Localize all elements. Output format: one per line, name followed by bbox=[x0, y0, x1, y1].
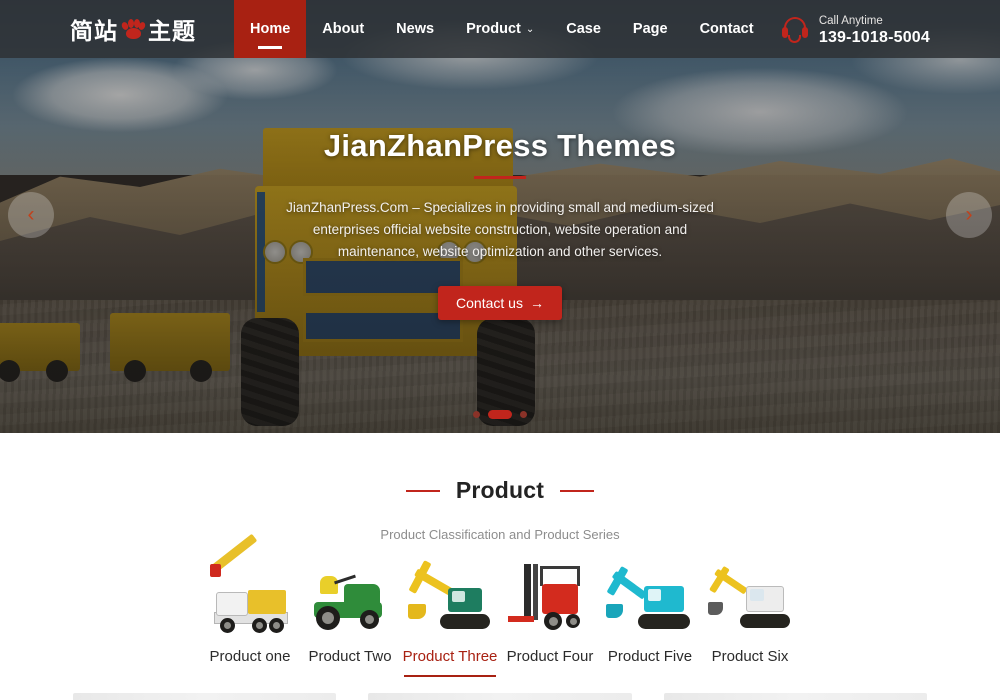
crane-truck-icon bbox=[206, 533, 294, 634]
product-card-row bbox=[0, 677, 1000, 700]
nav-item-page[interactable]: Page bbox=[617, 0, 684, 58]
nav-label: News bbox=[396, 21, 435, 37]
logo-text-right: 主题 bbox=[148, 18, 196, 44]
product-tab-one[interactable]: Product one bbox=[200, 533, 300, 677]
nav-item-contact[interactable]: Contact bbox=[684, 0, 770, 58]
tab-underline bbox=[204, 675, 296, 677]
nav-item-news[interactable]: News bbox=[380, 0, 450, 58]
product-section: Product Product Classification and Produ… bbox=[0, 433, 1000, 700]
nav-item-about[interactable]: About bbox=[306, 0, 380, 58]
slider-next-button[interactable]: › bbox=[946, 192, 992, 238]
forklift-icon bbox=[506, 562, 594, 634]
tab-underline bbox=[504, 675, 596, 677]
slider-prev-button[interactable]: ‹ bbox=[8, 192, 54, 238]
paw-icon bbox=[120, 19, 147, 39]
excavator-yellow-icon bbox=[406, 560, 494, 634]
active-indicator bbox=[258, 46, 283, 49]
product-title: Product bbox=[455, 477, 545, 503]
logo-text-left: 简站 bbox=[70, 18, 118, 44]
tab-underline bbox=[704, 675, 796, 677]
product-section-heading: Product bbox=[0, 433, 1000, 504]
tab-underline bbox=[404, 675, 496, 677]
slider-dot-3[interactable] bbox=[520, 411, 527, 418]
hero-title-rule bbox=[474, 176, 526, 179]
hero-content: JianZhanPress Themes JianZhanPress.Com –… bbox=[0, 0, 1000, 433]
slider-dot-2[interactable] bbox=[488, 410, 512, 419]
excavator-cyan-icon bbox=[606, 562, 694, 634]
site-header: 简站 主题 Home About News Product ⌄ Case Pag… bbox=[0, 0, 1000, 58]
contact-us-button[interactable]: Contact us → bbox=[438, 285, 562, 320]
call-label: Call Anytime bbox=[818, 14, 883, 27]
product-tab-three[interactable]: Product Three bbox=[400, 560, 500, 677]
slider-dots bbox=[0, 410, 1000, 419]
arrow-right-icon: → bbox=[529, 294, 544, 311]
product-tab-label: Product Five bbox=[607, 648, 693, 665]
contact-us-label: Contact us bbox=[456, 294, 523, 311]
product-tab-five[interactable]: Product Five bbox=[600, 562, 700, 677]
product-tab-label: Product Three bbox=[402, 648, 498, 665]
product-tab-two[interactable]: Product Two bbox=[300, 562, 400, 677]
product-tab-label: Product Four bbox=[506, 648, 594, 665]
product-card-3[interactable] bbox=[663, 693, 927, 700]
product-tab-label: Product Six bbox=[711, 648, 789, 665]
call-anytime-block[interactable]: Call Anytime 139-1018-5004 bbox=[780, 0, 1000, 58]
nav-label: Home bbox=[250, 21, 291, 37]
nav-label: Product bbox=[466, 21, 521, 37]
excavator-compact-icon bbox=[706, 562, 794, 634]
nav-item-home[interactable]: Home bbox=[234, 0, 307, 58]
product-tab-label: Product one bbox=[209, 648, 291, 665]
lawn-tractor-icon bbox=[306, 562, 394, 634]
nav-label: About bbox=[322, 21, 365, 37]
product-card-2[interactable] bbox=[368, 693, 632, 700]
product-tab-label: Product Two bbox=[308, 648, 392, 665]
nav-label: Case bbox=[566, 21, 601, 37]
hero-subtitle: JianZhanPress.Com – Specializes in provi… bbox=[286, 200, 714, 259]
main-navigation: Home About News Product ⌄ Case Page Cont… bbox=[234, 0, 770, 58]
tab-underline bbox=[604, 675, 696, 677]
headset-icon bbox=[780, 15, 810, 43]
slider-dot-1[interactable] bbox=[473, 411, 480, 418]
product-card-1[interactable] bbox=[73, 693, 337, 700]
chevron-down-icon: ⌄ bbox=[525, 23, 535, 35]
product-tab-four[interactable]: Product Four bbox=[500, 562, 600, 677]
nav-label: Page bbox=[632, 21, 668, 37]
product-tab-six[interactable]: Product Six bbox=[700, 562, 800, 677]
heading-rule-left bbox=[405, 489, 440, 492]
nav-item-product[interactable]: Product ⌄ bbox=[450, 0, 550, 58]
heading-rule-right bbox=[560, 489, 595, 492]
call-phone-number: 139-1018-5004 bbox=[818, 29, 930, 46]
site-logo[interactable]: 简站 主题 bbox=[0, 0, 196, 58]
hero-title: JianZhanPress Themes bbox=[323, 128, 677, 163]
hero-slider: 简站 主题 Home About News Product ⌄ Case Pag… bbox=[0, 0, 1000, 433]
product-subtitle: Product Classification and Product Serie… bbox=[380, 527, 620, 542]
product-category-tabs: Product one Product Two Product Three Pr… bbox=[0, 533, 1000, 677]
nav-item-case[interactable]: Case bbox=[550, 0, 617, 58]
tab-underline bbox=[304, 675, 396, 677]
nav-label: Contact bbox=[699, 21, 754, 37]
